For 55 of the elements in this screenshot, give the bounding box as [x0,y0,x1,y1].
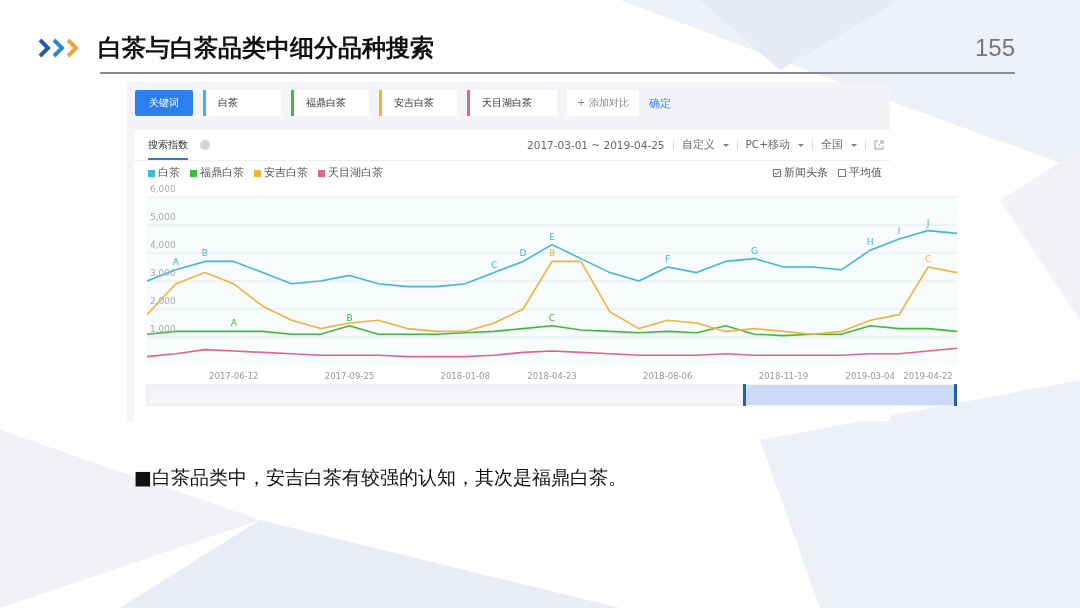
slide-note: ■白茶品类中，安吉白茶有较强的认知，其次是福鼎白茶。 [134,465,628,490]
event-marker-label: B [201,248,208,259]
date-range[interactable]: 2017-03-01 ~ 2019-04-25 [527,139,665,151]
slide-title: 白茶与白茶品类中细分品种搜索 [98,33,435,64]
confirm-link[interactable]: 确定 [648,95,671,111]
tab[interactable]: 搜索指数 [148,130,188,160]
checkbox-label: 新闻头条 [784,166,828,180]
event-marker-label: H [866,237,874,248]
event-marker-label: A [172,256,179,267]
event-marker-label: C [491,259,498,270]
axis-tick-label: 1,000 [150,324,176,334]
axis-tick-label: 6,000 [150,185,176,194]
caret-icon [851,143,857,147]
keyword-chip[interactable]: 福鼎白茶 [291,90,369,116]
event-marker-label: G [751,245,758,256]
axis-tick-label: 2017-09-25 [324,371,375,381]
legend-label: 天目湖白茶 [328,166,383,180]
keyword-chip[interactable]: 安吉白茶 [379,90,457,116]
event-marker-label: E [549,231,555,242]
legend-label: 白茶 [158,166,180,180]
export-icon[interactable] [874,140,884,150]
event-marker-label: F [665,254,671,264]
event-marker-label: B [346,312,353,323]
event-marker-label: I [897,226,901,236]
keyword-chip[interactable]: 白茶 [203,90,281,116]
filter-dropdown[interactable]: 自定义 [681,138,715,152]
axis-tick-label: 4,000 [150,240,176,250]
add-compare-button[interactable]: + 添加对比 [567,90,639,116]
checkbox[interactable] [838,169,846,177]
legend-label: 安吉白茶 [264,166,308,180]
axis-tick-label: 2018-11-19 [758,371,809,381]
keyword-button[interactable]: 关键词 [135,90,193,116]
filter-dropdown[interactable]: PC+移动 [745,138,790,152]
event-marker-label: C [924,254,932,264]
axis-tick-label: 2019-04-22 [903,371,953,381]
event-marker-label: D [519,248,527,259]
page-number: 155 [974,34,1015,62]
checkbox[interactable] [773,169,781,177]
event-marker-label: J [926,217,930,228]
axis-tick-label: 2018-04-23 [527,371,577,381]
caret-icon [798,143,804,147]
axis-tick-label: 2018-01-08 [440,371,490,381]
event-marker-label: A [230,318,237,329]
checkbox-label: 平均值 [849,166,882,180]
filter-dropdown[interactable]: 全国 [821,138,843,152]
axis-tick-label: 2019-03-04 [845,371,895,381]
legend-label: 福鼎白茶 [200,166,244,180]
axis-tick-label: 2017-06-12 [209,371,259,381]
caret-icon [722,143,729,147]
axis-tick-label: 5,000 [150,212,176,222]
event-marker-label: C [548,312,556,323]
keyword-chip[interactable]: 天目湖白茶 [467,90,557,116]
event-marker-label: B [548,248,556,259]
axis-tick-label: 2018-08-06 [643,371,693,381]
help-icon[interactable] [200,140,210,150]
